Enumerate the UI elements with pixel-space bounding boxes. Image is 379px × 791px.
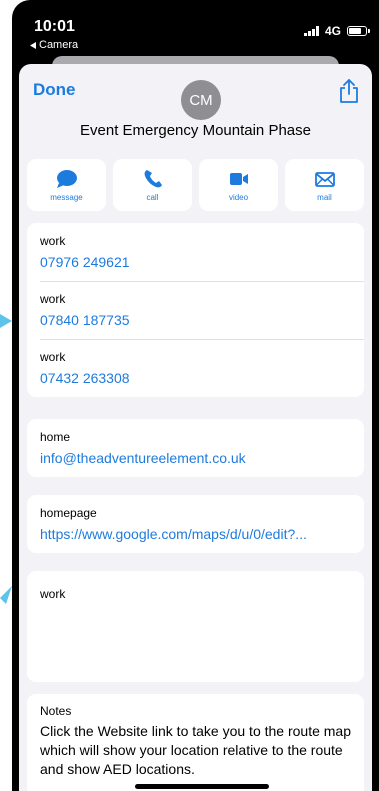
notes-label: Notes (40, 704, 72, 718)
call-label: call (146, 192, 159, 202)
mail-icon (314, 171, 335, 187)
video-label: video (228, 192, 249, 202)
notes-card[interactable]: Notes Click the Website link to take you… (27, 694, 364, 791)
phone-icon (144, 169, 162, 187)
contact-card-sheet: Done CM Event Emergency Mountain Phase m… (19, 64, 372, 791)
avatar: CM (181, 80, 221, 120)
back-app-label: Camera (39, 39, 79, 51)
phone-row[interactable]: work 07840 187735 (27, 281, 364, 339)
avatar-initials: CM (189, 91, 213, 109)
homepage-url[interactable]: https://www.google.com/maps/d/u/0/edit?.… (40, 526, 364, 542)
address-label: work (40, 587, 66, 601)
phone-label: work (40, 292, 66, 306)
phone-label: work (40, 350, 66, 364)
network-type: 4G (324, 24, 341, 38)
back-triangle-icon (30, 41, 36, 49)
mail-button[interactable]: mail (285, 159, 364, 211)
phone-label: work (40, 234, 66, 248)
phone-number[interactable]: 07432 263308 (40, 370, 364, 386)
homepage-row[interactable]: homepage https://www.google.com/maps/d/u… (27, 495, 364, 553)
email-card: home info@theadventureelement.co.uk (27, 419, 364, 477)
phone-row[interactable]: work 07432 263308 (27, 339, 364, 397)
video-button[interactable]: video (199, 159, 278, 211)
email-row[interactable]: home info@theadventureelement.co.uk (27, 419, 364, 477)
phone-number[interactable]: 07840 187735 (40, 312, 364, 328)
phone-row[interactable]: work 07976 249621 (27, 223, 364, 281)
message-icon (56, 169, 77, 188)
address-card[interactable]: work (27, 571, 364, 682)
message-button[interactable]: message (27, 159, 106, 211)
home-indicator[interactable] (135, 784, 269, 789)
done-button[interactable]: Done (33, 80, 76, 100)
email-address[interactable]: info@theadventureelement.co.uk (40, 450, 364, 466)
call-button[interactable]: call (113, 159, 192, 211)
homepage-card: homepage https://www.google.com/maps/d/u… (27, 495, 364, 553)
share-icon[interactable] (338, 78, 360, 104)
status-bar: 10:01 Camera 4G (12, 0, 379, 56)
notes-text: Click the Website link to take you to th… (40, 723, 352, 777)
status-time: 10:01 (34, 18, 75, 35)
quick-actions: message call video mail (27, 159, 364, 211)
phone-number[interactable]: 07976 249621 (40, 254, 364, 270)
back-to-app-link[interactable]: Camera (30, 39, 78, 51)
contact-name: Event Emergency Mountain Phase (80, 122, 311, 139)
mail-label: mail (317, 192, 332, 202)
video-icon (229, 172, 248, 185)
email-label: home (40, 430, 71, 444)
signal-icon (303, 26, 319, 36)
phone-numbers-card: work 07976 249621 work 07840 187735 work… (27, 223, 364, 397)
homepage-label: homepage (40, 506, 97, 520)
message-label: message (50, 192, 83, 202)
status-indicators: 4G (303, 24, 370, 38)
battery-icon (347, 26, 370, 36)
phone-screen: 10:01 Camera 4G Done CM Event Emergency … (12, 0, 379, 791)
